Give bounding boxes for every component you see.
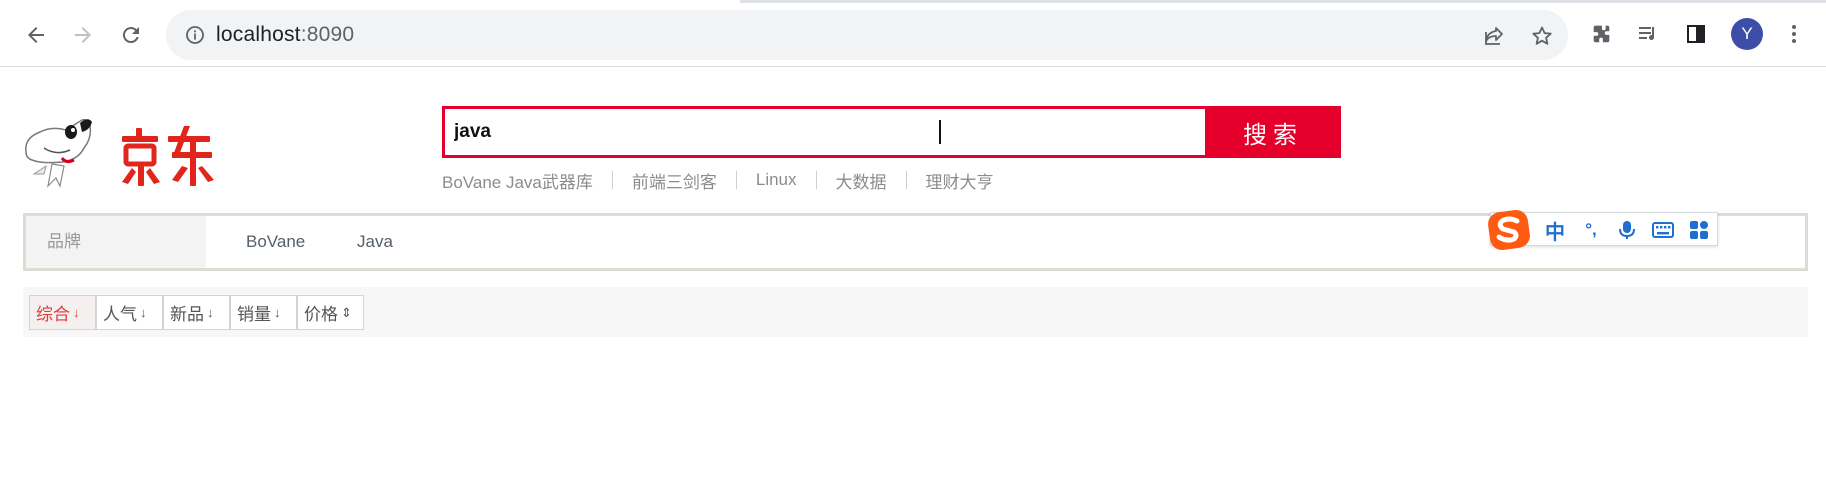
ime-toolbar[interactable]: 中 °,: [1488, 209, 1718, 251]
sort-label: 新品: [170, 305, 204, 324]
url-port: :8090: [300, 23, 355, 46]
jd-logo[interactable]: [22, 108, 232, 194]
sort-label: 价格: [304, 305, 338, 324]
search-box: 搜索: [442, 106, 1341, 158]
avatar-letter: Y: [1741, 24, 1753, 43]
reload-button[interactable]: [110, 14, 152, 56]
hot-word-link[interactable]: 理财大亨: [926, 168, 994, 193]
sort-comprehensive[interactable]: 综合 ↓: [29, 295, 96, 330]
reload-icon: [122, 27, 139, 44]
apps-icon[interactable]: [1685, 216, 1713, 244]
search-button[interactable]: 搜索: [1205, 106, 1341, 158]
share-icon[interactable]: [1480, 22, 1508, 50]
hot-word-link[interactable]: 前端三剑客: [632, 168, 717, 193]
text-caret: [939, 120, 941, 144]
ime-chinese-mode[interactable]: 中: [1541, 216, 1569, 244]
sort-updown-icon: ⇕: [341, 304, 352, 320]
sort-label: 销量: [237, 305, 271, 324]
keyboard-icon[interactable]: [1649, 216, 1677, 244]
divider: [735, 171, 737, 189]
info-icon[interactable]: [182, 22, 208, 48]
tab-strip: [0, 0, 1826, 3]
divider: [905, 171, 907, 189]
hot-words: BoVane Java武器库 前端三剑客 Linux 大数据 理财大亨: [442, 168, 994, 192]
sort-label: 人气: [103, 305, 137, 324]
forward-icon: [75, 27, 91, 43]
sort-label: 综合: [36, 305, 70, 324]
back-button[interactable]: [15, 14, 57, 56]
hot-word-link[interactable]: Linux: [756, 170, 797, 190]
media-icon[interactable]: [1632, 18, 1664, 50]
divider: [611, 171, 613, 189]
ime-punctuation[interactable]: °,: [1577, 216, 1605, 244]
arrow-down-icon: ↓: [274, 305, 281, 320]
brand-filter-label: 品牌: [26, 216, 206, 268]
brand-item[interactable]: BoVane: [246, 216, 305, 268]
divider: [815, 171, 817, 189]
sort-new[interactable]: 新品 ↓: [163, 295, 230, 330]
jd-mascot-icon: [25, 118, 214, 188]
sidepanel-icon[interactable]: [1680, 18, 1712, 50]
sort-sales[interactable]: 销量 ↓: [230, 295, 297, 330]
browser-toolbar: localhost:8090 Y: [0, 0, 1826, 67]
extensions-icon[interactable]: [1586, 18, 1618, 50]
brand-item[interactable]: Java: [357, 216, 393, 268]
address-bar[interactable]: localhost:8090: [166, 10, 1568, 60]
active-tab-edge: [0, 0, 740, 3]
menu-icon[interactable]: [1778, 18, 1810, 50]
arrow-down-icon: ↓: [207, 305, 214, 320]
url-text[interactable]: localhost:8090: [216, 23, 354, 47]
url-host: localhost: [216, 23, 301, 46]
page-content: 搜索 BoVane Java武器库 前端三剑客 Linux 大数据 理财大亨 品…: [0, 68, 1826, 482]
hot-word-link[interactable]: BoVane Java武器库: [442, 168, 593, 193]
sogou-logo-icon[interactable]: [1487, 208, 1531, 252]
sort-bar: 综合 ↓ 人气 ↓ 新品 ↓ 销量 ↓ 价格 ⇕: [23, 287, 1808, 337]
star-icon[interactable]: [1528, 22, 1556, 50]
back-icon: [28, 27, 44, 43]
arrow-down-icon: ↓: [73, 305, 80, 320]
hot-word-link[interactable]: 大数据: [836, 168, 887, 193]
profile-avatar[interactable]: Y: [1731, 18, 1763, 50]
sort-popularity[interactable]: 人气 ↓: [96, 295, 163, 330]
forward-button[interactable]: [62, 14, 104, 56]
mic-icon[interactable]: [1613, 216, 1641, 244]
sort-price[interactable]: 价格 ⇕: [297, 295, 364, 330]
arrow-down-icon: ↓: [140, 305, 147, 320]
search-input[interactable]: [445, 109, 1205, 155]
